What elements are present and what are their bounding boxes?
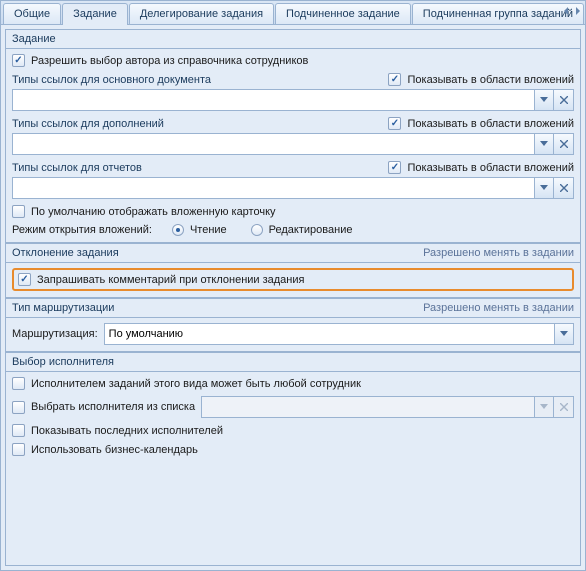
clear-link-types-extra[interactable] [554, 133, 574, 155]
tab-scroll-right-icon[interactable] [573, 4, 583, 18]
label-open-mode-edit: Редактирование [269, 224, 353, 236]
label-use-calendar: Использовать бизнес-календарь [31, 444, 198, 456]
root-panel: Общие Задание Делегирование задания Подч… [0, 0, 586, 571]
dropdown-link-types-extra[interactable] [534, 133, 554, 155]
checkbox-ask-comment[interactable] [18, 273, 31, 286]
checkbox-use-calendar[interactable] [12, 443, 25, 456]
close-icon [560, 184, 568, 192]
section-decline-header: Отклонение задания Разрешено менять в за… [6, 243, 580, 263]
label-from-list: Выбрать исполнителя из списка [31, 401, 195, 413]
checkbox-show-nested-card[interactable] [12, 205, 25, 218]
section-assignee-title: Выбор исполнителя [12, 356, 114, 368]
section-decline-title: Отклонение задания [12, 247, 119, 259]
label-show-recent: Показывать последних исполнителей [31, 425, 223, 437]
checkbox-show-att-reports[interactable] [388, 161, 401, 174]
checkbox-from-list[interactable] [12, 401, 25, 414]
label-routing: Маршрутизация: [12, 328, 98, 340]
tab-task[interactable]: Задание [62, 3, 128, 25]
tab-scroll-left-icon[interactable] [561, 4, 571, 18]
field-link-types-reports: Типы ссылок для отчетов Показывать в обл… [12, 161, 574, 199]
section-assignee-content: Исполнителем заданий этого вида может бы… [6, 372, 580, 565]
input-link-types-extra[interactable] [12, 133, 534, 155]
label-link-types-reports: Типы ссылок для отчетов [12, 162, 142, 174]
tab-scroll [561, 4, 583, 18]
label-link-types-main: Типы ссылок для основного документа [12, 74, 211, 86]
chevron-down-icon [540, 185, 548, 191]
field-link-types-main: Типы ссылок для основного документа Пока… [12, 73, 574, 111]
section-routing-hint: Разрешено менять в задании [423, 302, 574, 314]
section-task-content: Разрешить выбор автора из справочника со… [6, 49, 580, 243]
chevron-down-icon [540, 141, 548, 147]
checkbox-show-recent[interactable] [12, 424, 25, 437]
section-task-title: Задание [12, 33, 56, 45]
tab-strip: Общие Задание Делегирование задания Подч… [1, 1, 585, 25]
input-link-types-reports[interactable] [12, 177, 534, 199]
checkbox-show-att-extra[interactable] [388, 117, 401, 130]
section-assignee-header: Выбор исполнителя [6, 352, 580, 372]
checkbox-show-att-main[interactable] [388, 73, 401, 86]
dropdown-link-types-reports[interactable] [534, 177, 554, 199]
chevron-down-icon [560, 331, 568, 337]
section-task-header: Задание [6, 30, 580, 49]
input-routing[interactable] [104, 323, 554, 345]
tab-subtask[interactable]: Подчиненное задание [275, 3, 411, 24]
checkbox-any-employee[interactable] [12, 377, 25, 390]
label-link-types-extra: Типы ссылок для дополнений [12, 118, 164, 130]
radio-open-mode-read[interactable] [172, 224, 184, 236]
close-icon [560, 140, 568, 148]
radio-open-mode-edit[interactable] [251, 224, 263, 236]
clear-link-types-main[interactable] [554, 89, 574, 111]
section-decline-hint: Разрешено менять в задании [423, 247, 574, 259]
label-show-nested-card: По умолчанию отображать вложенную карточ… [31, 206, 276, 218]
label-allow-author: Разрешить выбор автора из справочника со… [31, 55, 308, 67]
chevron-down-icon [540, 404, 548, 410]
checkbox-allow-author[interactable] [12, 54, 25, 67]
tab-delegation[interactable]: Делегирование задания [129, 3, 274, 24]
chevron-down-icon [540, 97, 548, 103]
clear-assignee-list [554, 396, 574, 418]
input-assignee-list [201, 396, 534, 418]
label-open-mode: Режим открытия вложений: [12, 224, 152, 236]
dropdown-assignee-list [534, 396, 554, 418]
dropdown-link-types-main[interactable] [534, 89, 554, 111]
input-link-types-main[interactable] [12, 89, 534, 111]
section-routing-title: Тип маршрутизации [12, 302, 114, 314]
section-routing-content: Маршрутизация: [6, 318, 580, 352]
tab-subgroup[interactable]: Подчиненная группа заданий [412, 3, 584, 24]
close-icon [560, 96, 568, 104]
section-decline-content: Запрашивать комментарий при отклонении з… [6, 263, 580, 298]
label-any-employee: Исполнителем заданий этого вида может бы… [31, 378, 361, 390]
field-link-types-extra: Типы ссылок для дополнений Показывать в … [12, 117, 574, 155]
label-show-att-extra: Показывать в области вложений [407, 118, 574, 130]
label-open-mode-read: Чтение [190, 224, 227, 236]
label-show-att-main: Показывать в области вложений [407, 74, 574, 86]
label-show-att-reports: Показывать в области вложений [407, 162, 574, 174]
tab-general[interactable]: Общие [3, 3, 61, 24]
highlight-ask-comment: Запрашивать комментарий при отклонении з… [12, 268, 574, 291]
label-ask-comment: Запрашивать комментарий при отклонении з… [37, 274, 304, 286]
dropdown-routing[interactable] [554, 323, 574, 345]
clear-link-types-reports[interactable] [554, 177, 574, 199]
section-routing-header: Тип маршрутизации Разрешено менять в зад… [6, 298, 580, 318]
body-panel: Задание Разрешить выбор автора из справо… [5, 29, 581, 566]
close-icon [560, 403, 568, 411]
